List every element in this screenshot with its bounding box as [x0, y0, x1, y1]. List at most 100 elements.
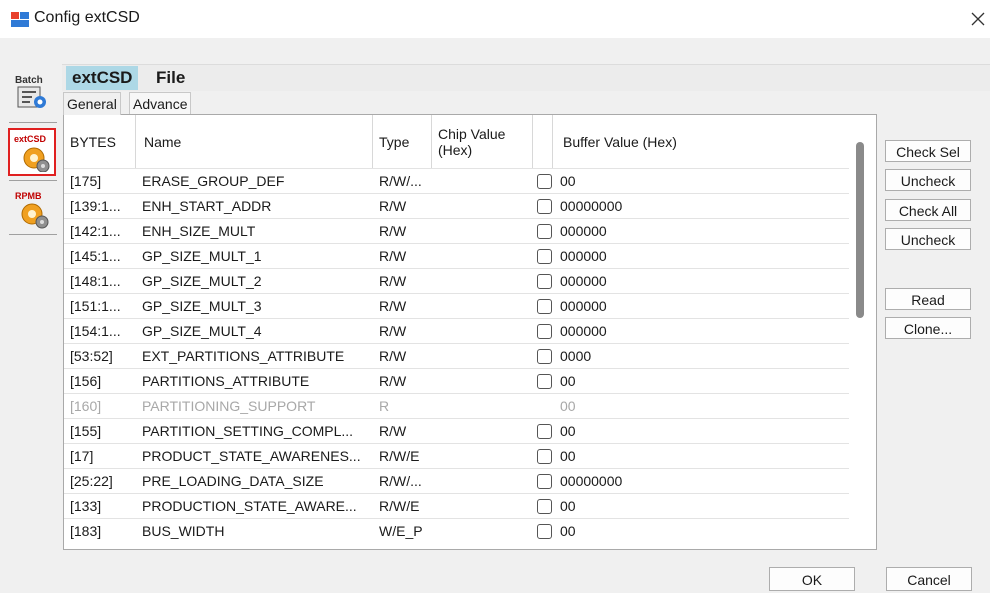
cell-type: R/W — [379, 373, 407, 389]
cell-chip[interactable] — [438, 294, 532, 319]
check-sel-button[interactable]: Check Sel — [885, 140, 971, 162]
cell-chip[interactable] — [438, 519, 532, 544]
tab-advance[interactable]: Advance — [129, 92, 192, 115]
cell-type: R/W/E — [379, 448, 420, 464]
cell-name: GP_SIZE_MULT_3 — [142, 298, 262, 314]
row-checkbox[interactable] — [537, 349, 552, 364]
cell-buffer[interactable]: 000000 — [560, 294, 840, 319]
cell-buffer[interactable]: 00000000 — [560, 469, 840, 494]
cell-type: R/W/E — [379, 498, 420, 514]
cell-buffer[interactable]: 00 — [560, 494, 840, 519]
cell-chip[interactable] — [438, 344, 532, 369]
svg-text:RPMB: RPMB — [15, 191, 42, 201]
row-checkbox[interactable] — [537, 449, 552, 464]
cell-chip[interactable] — [438, 269, 532, 294]
cell-type: R/W — [379, 323, 407, 339]
cell-name: PRODUCT_STATE_AWARENES... — [142, 448, 361, 464]
table-row[interactable]: [183] BUS_WIDTH W/E_P 00 — [64, 518, 849, 543]
row-checkbox[interactable] — [537, 174, 552, 189]
row-checkbox[interactable] — [537, 249, 552, 264]
cell-chip[interactable] — [438, 219, 532, 244]
cell-chip[interactable] — [438, 194, 532, 219]
table-row[interactable]: [154:1... GP_SIZE_MULT_4 R/W 000000 — [64, 318, 849, 343]
cell-buffer[interactable]: 00 — [560, 519, 840, 544]
cell-chip[interactable] — [438, 319, 532, 344]
table-row[interactable]: [148:1... GP_SIZE_MULT_2 R/W 000000 — [64, 268, 849, 293]
column-header-buffer-value[interactable]: Buffer Value (Hex) — [553, 115, 849, 168]
cell-buffer[interactable]: 00 — [560, 444, 840, 469]
cell-chip[interactable] — [438, 419, 532, 444]
cell-bytes: [151:1... — [70, 298, 121, 314]
cell-bytes: [142:1... — [70, 223, 121, 239]
row-checkbox[interactable] — [537, 499, 552, 514]
table-row[interactable]: [160] PARTITIONING_SUPPORT R 00 — [64, 393, 849, 418]
cell-chip[interactable] — [438, 169, 532, 194]
scrollbar-thumb[interactable] — [856, 142, 864, 318]
cancel-button[interactable]: Cancel — [886, 567, 972, 591]
cell-type: W/E_P — [379, 523, 423, 539]
tab-general[interactable]: General — [63, 92, 121, 115]
cell-chip[interactable] — [438, 469, 532, 494]
table-row[interactable]: [25:22] PRE_LOADING_DATA_SIZE R/W/... 00000… — [64, 468, 849, 493]
ok-button[interactable]: OK — [769, 567, 855, 591]
row-checkbox[interactable] — [537, 199, 552, 214]
row-checkbox[interactable] — [537, 224, 552, 239]
cell-buffer[interactable]: 00 — [560, 369, 840, 394]
cell-name: PRODUCTION_STATE_AWARE... — [142, 498, 357, 514]
cell-type: R/W — [379, 273, 407, 289]
row-checkbox[interactable] — [537, 474, 552, 489]
uncheck-button-2[interactable]: Uncheck — [885, 228, 971, 250]
row-checkbox[interactable] — [537, 424, 552, 439]
table-row[interactable]: [142:1... ENH_SIZE_MULT R/W 000000 — [64, 218, 849, 243]
row-checkbox[interactable] — [537, 274, 552, 289]
row-checkbox[interactable] — [537, 299, 552, 314]
cell-buffer[interactable]: 000000 — [560, 319, 840, 344]
row-checkbox[interactable] — [537, 324, 552, 339]
divider — [9, 180, 57, 181]
clone-button[interactable]: Clone... — [885, 317, 971, 339]
cell-chip[interactable] — [438, 369, 532, 394]
table-row[interactable]: [145:1... GP_SIZE_MULT_1 R/W 000000 — [64, 243, 849, 268]
read-button[interactable]: Read — [885, 288, 971, 310]
cell-name: PRE_LOADING_DATA_SIZE — [142, 473, 324, 489]
table-row[interactable]: [155] PARTITION_SETTING_COMPL... R/W 00 — [64, 418, 849, 443]
column-header-type[interactable]: Type — [373, 115, 432, 168]
column-header-chip-value[interactable]: Chip Value (Hex) — [432, 115, 533, 168]
cell-chip[interactable] — [438, 444, 532, 469]
table-row[interactable]: [17] PRODUCT_STATE_AWARENES... R/W/E 00 — [64, 443, 849, 468]
row-checkbox[interactable] — [537, 524, 552, 539]
column-header-bytes[interactable]: BYTES — [64, 115, 136, 168]
column-header-name[interactable]: Name — [136, 115, 373, 168]
batch-button[interactable]: Batch — [9, 70, 55, 112]
cell-buffer[interactable]: 000000 — [560, 269, 840, 294]
cell-buffer[interactable]: 00 — [560, 394, 840, 419]
table-row[interactable]: [151:1... GP_SIZE_MULT_3 R/W 000000 — [64, 293, 849, 318]
vertical-scrollbar[interactable] — [849, 115, 875, 549]
cell-buffer[interactable]: 0000 — [560, 344, 840, 369]
cell-chip[interactable] — [438, 494, 532, 519]
menu-extcsd[interactable]: extCSD — [66, 66, 139, 90]
table-row[interactable]: [175] ERASE_GROUP_DEF R/W/... 00 — [64, 168, 849, 193]
cell-chip[interactable] — [438, 394, 532, 419]
extcsd-button[interactable]: extCSD — [8, 128, 56, 176]
uncheck-button-1[interactable]: Uncheck — [885, 169, 971, 191]
table-row[interactable]: [139:1... ENH_START_ADDR R/W 00000000 — [64, 193, 849, 218]
column-header-check[interactable] — [533, 115, 553, 168]
close-icon — [971, 12, 985, 26]
menu-file[interactable]: File — [156, 66, 185, 90]
row-checkbox[interactable] — [537, 374, 552, 389]
cell-buffer[interactable]: 00 — [560, 419, 840, 444]
cell-buffer[interactable]: 000000 — [560, 244, 840, 269]
cell-buffer[interactable]: 00000000 — [560, 194, 840, 219]
cell-bytes: [160] — [70, 398, 102, 414]
check-all-button[interactable]: Check All — [885, 199, 971, 221]
cell-buffer[interactable]: 000000 — [560, 219, 840, 244]
cell-chip[interactable] — [438, 244, 532, 269]
table-row[interactable]: [133] PRODUCTION_STATE_AWARE... R/W/E 00 — [64, 493, 849, 518]
table-row[interactable]: [156] PARTITIONS_ATTRIBUTE R/W 00 — [64, 368, 849, 393]
cell-bytes: [145:1... — [70, 248, 121, 264]
rpmb-button[interactable]: RPMB — [9, 188, 55, 230]
close-button[interactable] — [966, 6, 990, 32]
cell-buffer[interactable]: 00 — [560, 169, 840, 194]
table-row[interactable]: [53:52] EXT_PARTITIONS_ATTRIBUTE R/W 0000 — [64, 343, 849, 368]
